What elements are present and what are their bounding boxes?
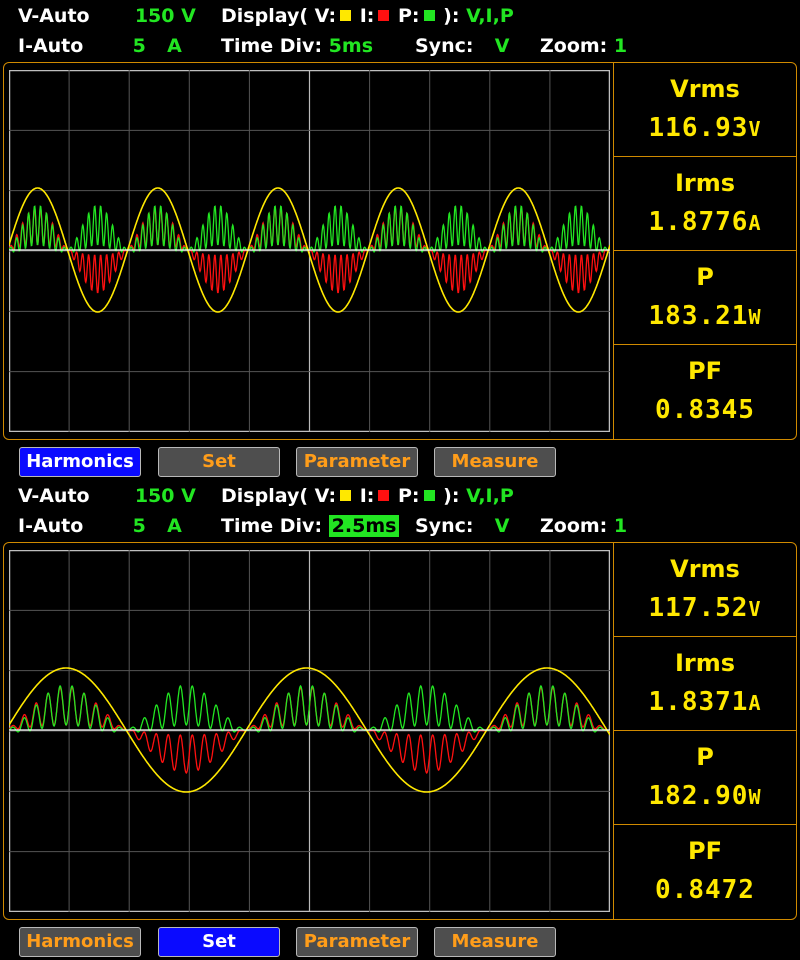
voltage-range-label: V-Auto [18,5,90,27]
time-div-label: Time Div: [221,35,323,57]
measurement-pf: PF 0.8472 [613,825,796,919]
parameter-button[interactable]: Parameter [296,927,418,957]
parameter-button[interactable]: Parameter [296,447,418,477]
display-value: V,I,P [466,5,514,27]
power-color-swatch [423,490,435,501]
voltage-range-label: V-Auto [18,485,90,507]
current-range-label: I-Auto [18,35,84,57]
measurement-value: 182.90W [648,781,762,811]
measurement-value: 0.8345 [655,395,755,425]
set-button[interactable]: Set [158,447,280,477]
zoom-setting[interactable]: Zoom: 1 [540,515,627,537]
measurement-pf: PF 0.8345 [613,345,796,439]
display-current-label: I: [359,5,375,27]
current-range[interactable]: I-Auto 5 A [18,35,182,57]
measurement-name: Irms [674,649,736,677]
measurement-panel: Vrms 117.52V Irms 1.8371A P 182.90W PF 0… [613,543,796,919]
set-button[interactable]: Set [158,927,280,957]
sync-label: Sync: [415,515,474,537]
current-range-value: 5 [132,35,146,57]
display-selector[interactable]: Display( V: I: P: ): V,I,P [221,5,514,27]
measurement-name: P [696,743,714,771]
display-close: ): [443,485,460,507]
zoom-value: 1 [613,515,628,537]
current-range-value: 5 [132,515,146,537]
voltage-range-unit: V [181,5,196,27]
time-div-setting[interactable]: Time Div: 5ms [221,35,373,57]
waveform-scope [9,70,610,432]
sync-setting[interactable]: Sync: V [415,515,509,537]
measurement-power: P 183.21W [613,251,796,345]
display-close: ): [443,5,460,27]
power-color-swatch [423,10,435,21]
zoom-label: Zoom: [540,515,608,537]
zoom-label: Zoom: [540,35,608,57]
current-range-unit: A [167,35,182,57]
display-current-label: I: [359,485,375,507]
scope-panel: V-Auto 150 V I-Auto 5 A Display( V: I: P… [0,0,800,480]
current-range[interactable]: I-Auto 5 A [18,515,182,537]
measurement-value: 117.52V [648,593,762,623]
measurement-value: 0.8472 [655,875,755,905]
measurement-irms: Irms 1.8776A [613,157,796,251]
waveform-scope [9,550,610,912]
display-selector[interactable]: Display( V: I: P: ): V,I,P [221,485,514,507]
measure-button[interactable]: Measure [434,927,556,957]
measurement-name: Vrms [670,555,740,583]
measurement-name: P [696,263,714,291]
display-value: V,I,P [466,485,514,507]
measurement-value: 116.93V [648,113,762,143]
harmonics-button[interactable]: Harmonics [19,927,141,957]
voltage-range[interactable]: V-Auto 150 V [18,5,196,27]
display-label: Display( V: [221,5,337,27]
sync-value: V [494,35,510,57]
voltage-color-swatch [340,10,352,21]
display-power-label: P: [398,5,420,27]
voltage-color-swatch [340,490,352,501]
measurement-value: 1.8776A [648,207,762,237]
current-color-swatch [378,490,390,501]
voltage-range-value: 150 [134,485,175,507]
measurement-irms: Irms 1.8371A [613,637,796,731]
sync-label: Sync: [415,35,474,57]
measurement-name: Vrms [670,75,740,103]
measurement-name: Irms [674,169,736,197]
voltage-range-value: 150 [134,5,175,27]
sync-value: V [494,515,510,537]
measurement-value: 1.8371A [648,687,762,717]
measurement-power: P 182.90W [613,731,796,825]
time-div-setting[interactable]: Time Div: 2.5ms [221,515,400,537]
display-label: Display( V: [221,485,337,507]
measurement-vrms: Vrms 116.93V [613,63,796,157]
measurement-panel: Vrms 116.93V Irms 1.8776A P 183.21W PF 0… [613,63,796,439]
measurement-value: 183.21W [648,301,762,331]
harmonics-button[interactable]: Harmonics [19,447,141,477]
time-div-value: 2.5ms [328,515,400,537]
current-color-swatch [378,10,390,21]
scope-panel: V-Auto 150 V I-Auto 5 A Display( V: I: P… [0,480,800,960]
current-range-unit: A [167,515,182,537]
voltage-range[interactable]: V-Auto 150 V [18,485,196,507]
measure-button[interactable]: Measure [434,447,556,477]
measurement-vrms: Vrms 117.52V [613,543,796,637]
time-div-value: 5ms [328,35,373,57]
zoom-setting[interactable]: Zoom: 1 [540,35,627,57]
measurement-name: PF [688,837,722,865]
zoom-value: 1 [613,35,628,57]
display-power-label: P: [398,485,420,507]
measurement-name: PF [688,357,722,385]
voltage-range-unit: V [181,485,196,507]
sync-setting[interactable]: Sync: V [415,35,509,57]
current-range-label: I-Auto [18,515,84,537]
time-div-label: Time Div: [221,515,323,537]
